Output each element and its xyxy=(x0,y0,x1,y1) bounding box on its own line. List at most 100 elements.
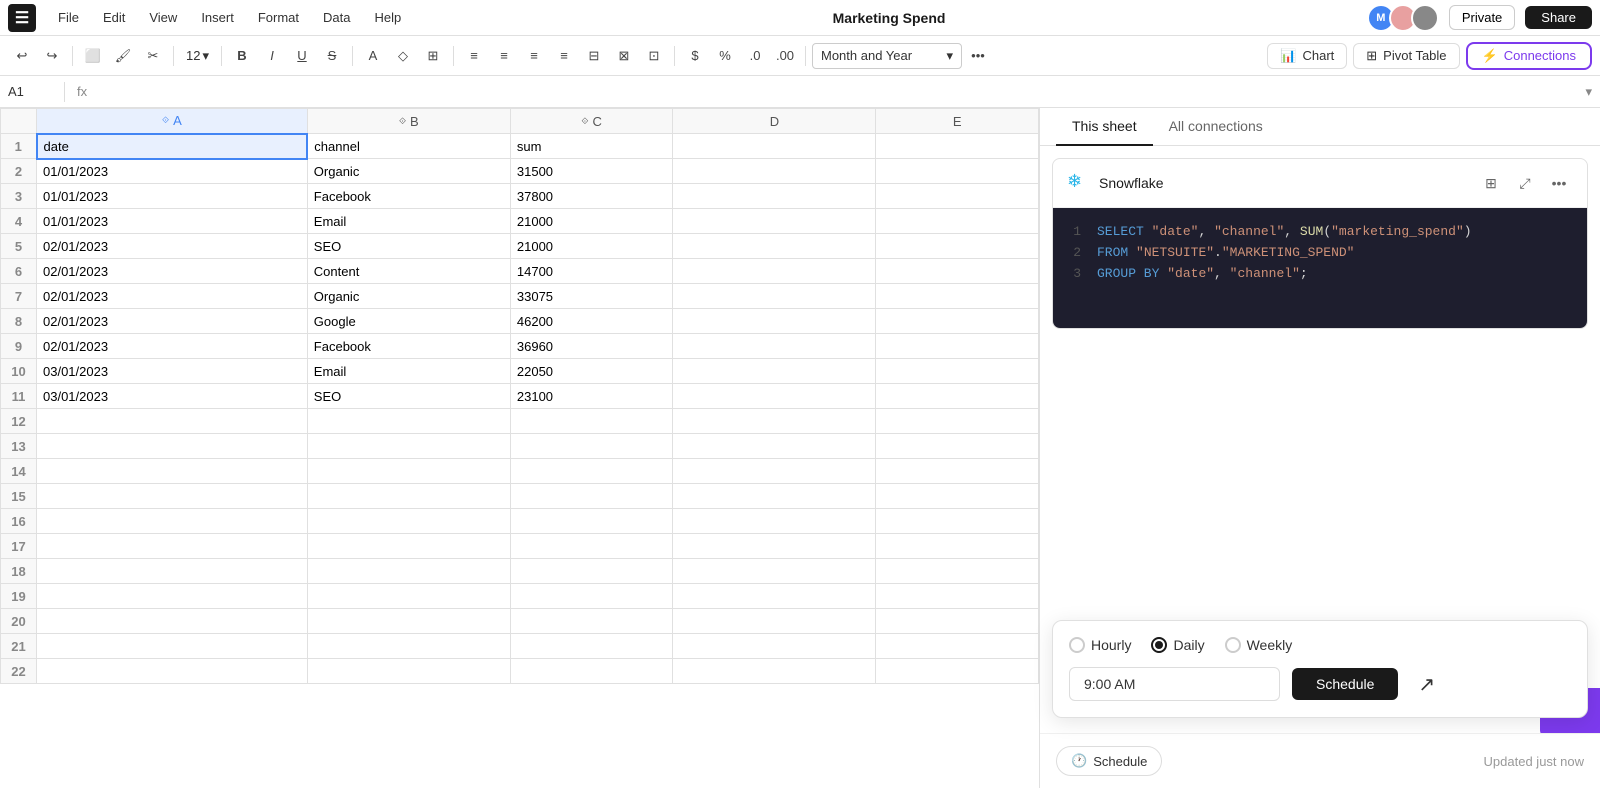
cell-r19-C[interactable] xyxy=(510,584,672,609)
menu-file[interactable]: File xyxy=(48,6,89,29)
row-number-14[interactable]: 14 xyxy=(1,459,37,484)
row-number-16[interactable]: 16 xyxy=(1,509,37,534)
align-justify-button[interactable]: ≡ xyxy=(550,42,578,70)
cell-r4-C[interactable]: 21000 xyxy=(510,209,672,234)
cell-r7-C[interactable]: 33075 xyxy=(510,284,672,309)
row-number-22[interactable]: 22 xyxy=(1,659,37,684)
grid-container[interactable]: ⟐ A ⟐ B ⟐ xyxy=(0,108,1039,788)
cell-r9-E[interactable] xyxy=(876,334,1039,359)
dec-decimal-button[interactable]: .0 xyxy=(741,42,769,70)
row-number-8[interactable]: 8 xyxy=(1,309,37,334)
cell-r11-D[interactable] xyxy=(673,384,876,409)
private-button[interactable]: Private xyxy=(1449,5,1515,30)
app-logo[interactable]: ☰ xyxy=(8,4,36,32)
cell-r13-A[interactable] xyxy=(37,434,308,459)
cell-r8-B[interactable]: Google xyxy=(307,309,510,334)
time-input[interactable] xyxy=(1069,667,1280,701)
cell-r16-A[interactable] xyxy=(37,509,308,534)
cell-r10-D[interactable] xyxy=(673,359,876,384)
valign-top-button[interactable]: ⊡ xyxy=(640,42,668,70)
cell-r3-D[interactable] xyxy=(673,184,876,209)
weekly-option[interactable]: Weekly xyxy=(1225,637,1293,653)
pivot-table-button[interactable]: ⊞ Pivot Table xyxy=(1353,43,1459,69)
valign-middle-button[interactable]: ⊟ xyxy=(580,42,608,70)
row-number-5[interactable]: 5 xyxy=(1,234,37,259)
cell-r21-D[interactable] xyxy=(673,634,876,659)
cell-r11-B[interactable]: SEO xyxy=(307,384,510,409)
italic-button[interactable]: I xyxy=(258,42,286,70)
align-left-button[interactable]: ≡ xyxy=(460,42,488,70)
cell-r15-A[interactable] xyxy=(37,484,308,509)
row-number-12[interactable]: 12 xyxy=(1,409,37,434)
connection-more-btn[interactable]: ••• xyxy=(1545,169,1573,197)
menu-insert[interactable]: Insert xyxy=(191,6,244,29)
cell-r2-D[interactable] xyxy=(673,159,876,184)
cell-r7-D[interactable] xyxy=(673,284,876,309)
cell-r13-E[interactable] xyxy=(876,434,1039,459)
cell-r17-C[interactable] xyxy=(510,534,672,559)
percent-button[interactable]: % xyxy=(711,42,739,70)
cell-r11-E[interactable] xyxy=(876,384,1039,409)
chart-button[interactable]: 📊 Chart xyxy=(1267,43,1347,69)
cell-r22-E[interactable] xyxy=(876,659,1039,684)
paint-format-button[interactable]: 🖌 xyxy=(109,42,137,70)
sql-editor[interactable]: 1 SELECT "date", "channel", SUM("marketi… xyxy=(1053,208,1587,328)
cell-r14-D[interactable] xyxy=(673,459,876,484)
cell-r15-E[interactable] xyxy=(876,484,1039,509)
font-size-selector[interactable]: 12 ▾ xyxy=(180,48,215,64)
cell-r11-C[interactable]: 23100 xyxy=(510,384,672,409)
row-number-1[interactable]: 1 xyxy=(1,134,37,159)
strikethrough-button[interactable]: S xyxy=(318,42,346,70)
row-number-9[interactable]: 9 xyxy=(1,334,37,359)
scissors-button[interactable]: ✂ xyxy=(139,42,167,70)
cell-r8-D[interactable] xyxy=(673,309,876,334)
cell-r5-C[interactable]: 21000 xyxy=(510,234,672,259)
cell-r17-B[interactable] xyxy=(307,534,510,559)
cell-r6-B[interactable]: Content xyxy=(307,259,510,284)
hourly-radio[interactable] xyxy=(1069,637,1085,653)
cell-formula-input[interactable] xyxy=(99,84,1579,99)
cell-r18-B[interactable] xyxy=(307,559,510,584)
cell-r14-C[interactable] xyxy=(510,459,672,484)
cell-r15-D[interactable] xyxy=(673,484,876,509)
col-header-e[interactable]: E xyxy=(876,109,1039,134)
cell-r6-D[interactable] xyxy=(673,259,876,284)
cell-r16-C[interactable] xyxy=(510,509,672,534)
cell-r2-C[interactable]: 31500 xyxy=(510,159,672,184)
undo-button[interactable]: ↩ xyxy=(8,42,36,70)
cell-r16-D[interactable] xyxy=(673,509,876,534)
cell-r1-B[interactable]: channel xyxy=(307,134,510,159)
cell-r13-B[interactable] xyxy=(307,434,510,459)
cell-r12-D[interactable] xyxy=(673,409,876,434)
cell-r1-D[interactable] xyxy=(673,134,876,159)
cell-r10-B[interactable]: Email xyxy=(307,359,510,384)
cell-r21-A[interactable] xyxy=(37,634,308,659)
cell-r22-A[interactable] xyxy=(37,659,308,684)
col-header-c[interactable]: ⟐ C xyxy=(510,109,672,134)
cell-r7-B[interactable]: Organic xyxy=(307,284,510,309)
cell-r5-B[interactable]: SEO xyxy=(307,234,510,259)
cell-r18-E[interactable] xyxy=(876,559,1039,584)
menu-edit[interactable]: Edit xyxy=(93,6,135,29)
cell-r3-E[interactable] xyxy=(876,184,1039,209)
redo-button[interactable]: ↪ xyxy=(38,42,66,70)
format-selector[interactable]: Month and Year ▾ xyxy=(812,43,962,69)
cell-r20-D[interactable] xyxy=(673,609,876,634)
cell-r2-A[interactable]: 01/01/2023 xyxy=(37,159,308,184)
cell-r2-E[interactable] xyxy=(876,159,1039,184)
cell-r12-A[interactable] xyxy=(37,409,308,434)
bold-button[interactable]: B xyxy=(228,42,256,70)
cell-r5-D[interactable] xyxy=(673,234,876,259)
schedule-status-button[interactable]: 🕐 Schedule xyxy=(1056,746,1162,776)
row-number-4[interactable]: 4 xyxy=(1,209,37,234)
col-header-a[interactable]: ⟐ A xyxy=(37,109,308,134)
row-number-10[interactable]: 10 xyxy=(1,359,37,384)
tab-this-sheet[interactable]: This sheet xyxy=(1056,108,1153,146)
cell-r12-B[interactable] xyxy=(307,409,510,434)
cell-r18-C[interactable] xyxy=(510,559,672,584)
cell-r16-B[interactable] xyxy=(307,509,510,534)
cell-r19-B[interactable] xyxy=(307,584,510,609)
cell-r22-C[interactable] xyxy=(510,659,672,684)
cell-r8-E[interactable] xyxy=(876,309,1039,334)
align-center-button[interactable]: ≡ xyxy=(490,42,518,70)
